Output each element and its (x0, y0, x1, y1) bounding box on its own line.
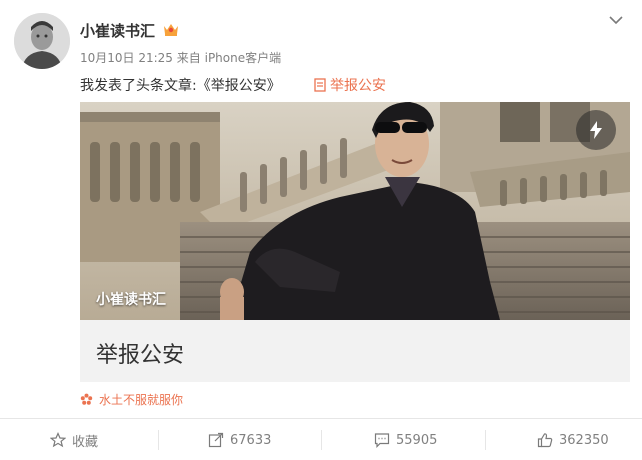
article-link[interactable]: 举报公安 (314, 75, 386, 95)
flower-icon (80, 393, 93, 405)
action-separator (485, 430, 486, 450)
source-note-text: 水土不服就服你 (99, 393, 184, 407)
like-count: 362350 (559, 432, 609, 448)
article-link-label: 举报公安 (330, 78, 386, 94)
source-note[interactable]: 水土不服就服你 (80, 391, 183, 408)
client-name[interactable]: iPhone客户端 (205, 51, 282, 65)
post-text: 我发表了头条文章:《举报公安》 (80, 78, 281, 94)
action-separator (158, 430, 159, 450)
like-button[interactable]: 362350 (537, 428, 609, 452)
vip-crown-icon[interactable] (162, 20, 180, 38)
article-cover-image (80, 102, 630, 320)
repost-button[interactable]: 67633 (208, 428, 271, 452)
action-divider (0, 418, 642, 419)
avatar[interactable] (14, 13, 70, 69)
avatar-image (14, 13, 70, 69)
comment-button[interactable]: 55905 (374, 428, 437, 452)
author-name[interactable]: 小崔读书汇 (80, 20, 155, 41)
action-separator (321, 430, 322, 450)
post-meta: 10月10日 21:25 来自 iPhone客户端 (80, 49, 281, 66)
favorite-button[interactable]: 收藏 (50, 428, 98, 452)
favorite-label: 收藏 (72, 434, 99, 450)
chevron-down-icon[interactable] (608, 14, 624, 26)
weibo-post-card: 小崔读书汇 10月10日 21:25 来自 iPhone客户端 我发表了头条文章… (0, 0, 642, 460)
image-caption: 小崔读书汇 (96, 292, 166, 308)
source-prefix: 来自 (176, 51, 201, 65)
lightning-icon (590, 121, 602, 139)
post-time[interactable]: 10月10日 21:25 (80, 51, 173, 65)
article-title: 举报公安 (96, 343, 185, 368)
thumbs-up-icon (537, 433, 553, 448)
flash-button[interactable] (576, 110, 616, 150)
repost-icon (208, 432, 224, 448)
article-icon (314, 78, 326, 92)
star-icon (50, 432, 66, 448)
article-card[interactable]: 小崔读书汇 举报公安 (80, 102, 630, 382)
comment-count: 55905 (396, 432, 438, 448)
comment-icon (374, 433, 390, 448)
repost-count: 67633 (230, 432, 272, 448)
